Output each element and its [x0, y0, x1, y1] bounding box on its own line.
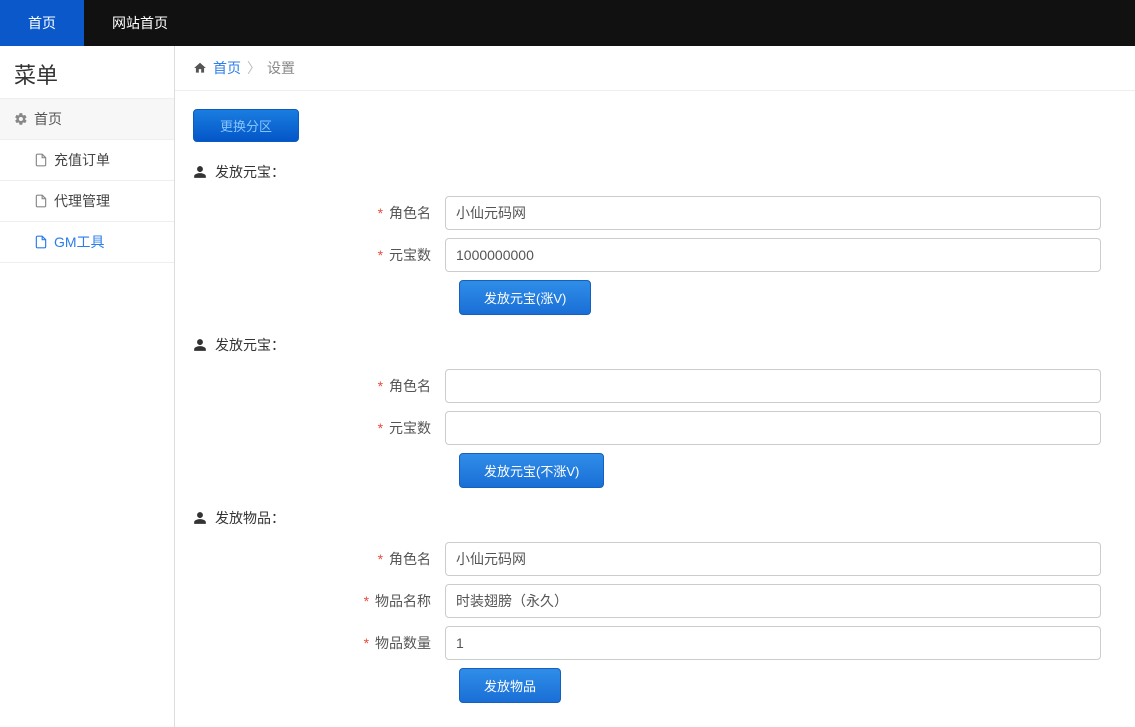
section-gold-nov: 发放元宝： * 角色名 * 元宝数 发放元宝(不涨V): [193, 335, 1117, 488]
top-nav: 首页 网站首页: [0, 0, 1135, 46]
section-item: 发放物品： * 角色名 * 物品名称 * 物品数量 发放物品: [193, 508, 1117, 703]
sidebar-item-label: GM工具: [54, 232, 105, 252]
input-item-name[interactable]: [445, 584, 1101, 618]
sidebar-item-gmtools[interactable]: GM工具: [0, 222, 174, 263]
sidebar: 菜单 首页 充值订单 代理管理 GM工具: [0, 46, 175, 727]
submit-gold-nov-button[interactable]: 发放元宝(不涨V): [459, 453, 604, 488]
label-amount: * 元宝数: [193, 245, 445, 265]
file-icon: [34, 235, 48, 249]
input-role-name[interactable]: [445, 196, 1101, 230]
section-title: 发放物品：: [193, 508, 1117, 528]
sidebar-item-recharge[interactable]: 充值订单: [0, 140, 174, 181]
label-role: * 角色名: [193, 203, 445, 223]
user-icon: [193, 511, 207, 525]
sidebar-title: 菜单: [0, 46, 174, 98]
file-icon: [34, 194, 48, 208]
breadcrumb-home-link[interactable]: 首页: [213, 58, 241, 78]
user-icon: [193, 338, 207, 352]
section-title: 发放元宝：: [193, 162, 1117, 182]
section-title-text: 发放元宝：: [215, 335, 285, 355]
section-title-text: 发放元宝：: [215, 162, 285, 182]
submit-item-button[interactable]: 发放物品: [459, 668, 561, 703]
sidebar-item-label: 充值订单: [54, 150, 110, 170]
user-icon: [193, 165, 207, 179]
label-role: * 角色名: [193, 549, 445, 569]
nav-tab-home[interactable]: 首页: [0, 0, 84, 46]
sidebar-parent-label: 首页: [34, 109, 62, 129]
breadcrumb-current: 设置: [267, 58, 295, 78]
input-role-name-3[interactable]: [445, 542, 1101, 576]
input-gold-amount-2[interactable]: [445, 411, 1101, 445]
label-item-name: * 物品名称: [193, 591, 445, 611]
file-icon: [34, 153, 48, 167]
input-role-name-2[interactable]: [445, 369, 1101, 403]
gear-icon: [14, 112, 28, 126]
nav-tab-site-home[interactable]: 网站首页: [84, 0, 196, 46]
sidebar-parent-home[interactable]: 首页: [0, 98, 174, 140]
section-gold-v: 发放元宝： * 角色名 * 元宝数 发放元宝(涨V): [193, 162, 1117, 315]
change-region-button[interactable]: 更换分区: [193, 109, 299, 142]
content: 更换分区 发放元宝： * 角色名 * 元宝数 发放元宝(涨V): [175, 91, 1135, 727]
sidebar-item-agent[interactable]: 代理管理: [0, 181, 174, 222]
main: 首页 〉 设置 更换分区 发放元宝： * 角色名 * 元宝数: [175, 46, 1135, 727]
home-icon: [193, 61, 207, 75]
label-item-qty: * 物品数量: [193, 633, 445, 653]
label-amount: * 元宝数: [193, 418, 445, 438]
label-role: * 角色名: [193, 376, 445, 396]
input-item-qty[interactable]: [445, 626, 1101, 660]
breadcrumb: 首页 〉 设置: [175, 46, 1135, 91]
sidebar-item-label: 代理管理: [54, 191, 110, 211]
section-title-text: 发放物品：: [215, 508, 285, 528]
breadcrumb-separator: 〉: [247, 58, 261, 78]
submit-gold-v-button[interactable]: 发放元宝(涨V): [459, 280, 591, 315]
section-title: 发放元宝：: [193, 335, 1117, 355]
input-gold-amount[interactable]: [445, 238, 1101, 272]
